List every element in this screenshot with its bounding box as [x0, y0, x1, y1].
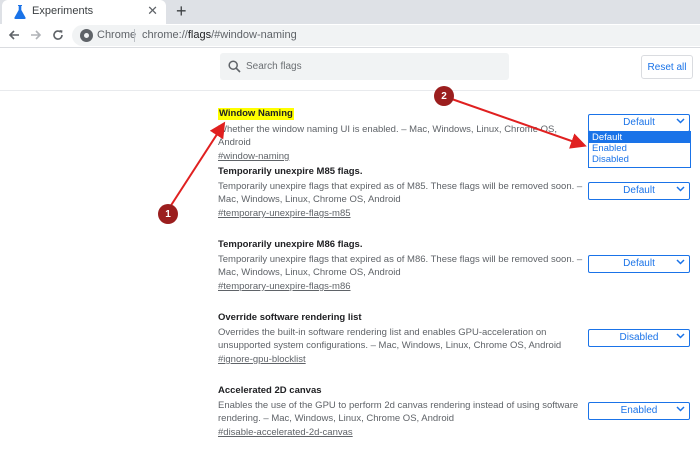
flag-unexpire-m86: Temporarily unexpire M86 flags. Temporar…	[218, 239, 588, 293]
toolbar: Chrome chrome://flags/#window-naming	[0, 24, 700, 48]
search-icon	[228, 60, 241, 73]
annotation-badge-2: 2	[434, 86, 454, 106]
flag-title: Temporarily unexpire M86 flags.	[218, 239, 363, 250]
flag-select-accelerated-2d-canvas[interactable]: Enabled	[588, 402, 690, 420]
tab-strip: Experiments ✕ +	[0, 0, 700, 24]
select-value: Disabled	[619, 332, 659, 343]
chevron-down-icon	[676, 259, 685, 265]
flag-select-window-naming[interactable]: Default	[588, 114, 690, 132]
flag-title: Override software rendering list	[218, 312, 362, 323]
flag-link[interactable]: #ignore-gpu-blocklist	[218, 354, 588, 366]
select-value: Default	[623, 258, 655, 269]
flag-description: Enables the use of the GPU to perform 2d…	[218, 400, 579, 424]
search-placeholder: Search flags	[246, 61, 302, 72]
new-tab-button[interactable]: +	[176, 1, 187, 21]
select-value: Default	[623, 117, 655, 128]
flag-link[interactable]: #temporary-unexpire-flags-m85	[218, 208, 588, 220]
flag-override-software-rendering: Override software rendering list Overrid…	[218, 312, 588, 366]
flag-description: Overrides the built-in software renderin…	[218, 327, 562, 351]
flag-link[interactable]: #temporary-unexpire-flags-m86	[218, 281, 588, 293]
flag-select-unexpire-m86[interactable]: Default	[588, 255, 690, 273]
option-default[interactable]: Default	[589, 132, 690, 143]
address-bar[interactable]: Chrome chrome://flags/#window-naming	[72, 25, 700, 46]
chevron-down-icon	[676, 406, 685, 412]
select-dropdown: Default Enabled Disabled	[588, 131, 691, 168]
tab-experiments[interactable]: Experiments ✕	[2, 0, 166, 24]
flag-description: Temporarily unexpire flags that expired …	[218, 254, 583, 278]
forward-arrow-icon	[31, 30, 42, 40]
annotation-badge-1: 1	[158, 204, 178, 224]
chrome-logo-icon	[80, 29, 93, 42]
tab-title: Experiments	[32, 5, 94, 17]
flags-header: Search flags Reset all	[0, 48, 700, 91]
reload-button[interactable]	[50, 27, 66, 43]
flag-select-override-software-rendering[interactable]: Disabled	[588, 329, 690, 347]
search-flags-input[interactable]: Search flags	[220, 53, 509, 80]
flag-description: Temporarily unexpire flags that expired …	[218, 181, 583, 205]
close-tab-icon[interactable]: ✕	[147, 3, 158, 19]
flag-title: Accelerated 2D canvas	[218, 385, 322, 396]
chevron-down-icon	[676, 186, 685, 192]
reset-all-button[interactable]: Reset all	[641, 55, 693, 79]
reload-icon	[53, 30, 63, 40]
flag-window-naming: Window Naming Whether the window naming …	[218, 103, 588, 163]
url-text: chrome://flags/#window-naming	[142, 29, 297, 41]
annotation-arrow-1	[167, 121, 226, 211]
flag-unexpire-m85: Temporarily unexpire M85 flags. Temporar…	[218, 166, 588, 220]
flag-accelerated-2d-canvas: Accelerated 2D canvas Enables the use of…	[218, 385, 588, 439]
chevron-down-icon	[676, 118, 685, 124]
flag-title: Temporarily unexpire M85 flags.	[218, 166, 363, 177]
option-disabled[interactable]: Disabled	[589, 154, 690, 165]
flag-description: Whether the window naming UI is enabled.…	[218, 124, 557, 148]
select-value: Default	[623, 185, 655, 196]
forward-button[interactable]	[28, 27, 44, 43]
back-arrow-icon	[8, 30, 19, 40]
select-value: Enabled	[620, 405, 658, 416]
flag-link[interactable]: #disable-accelerated-2d-canvas	[218, 427, 588, 439]
chevron-down-icon	[676, 333, 685, 339]
flag-select-unexpire-m85[interactable]: Default	[588, 182, 690, 200]
flag-title: Window Naming	[218, 108, 294, 120]
chrome-label: Chrome	[97, 29, 137, 41]
option-enabled[interactable]: Enabled	[589, 143, 690, 154]
back-button[interactable]	[6, 27, 22, 43]
omnibox-separator	[134, 29, 135, 42]
flask-icon	[14, 5, 26, 19]
flag-link[interactable]: #window-naming	[218, 151, 588, 163]
